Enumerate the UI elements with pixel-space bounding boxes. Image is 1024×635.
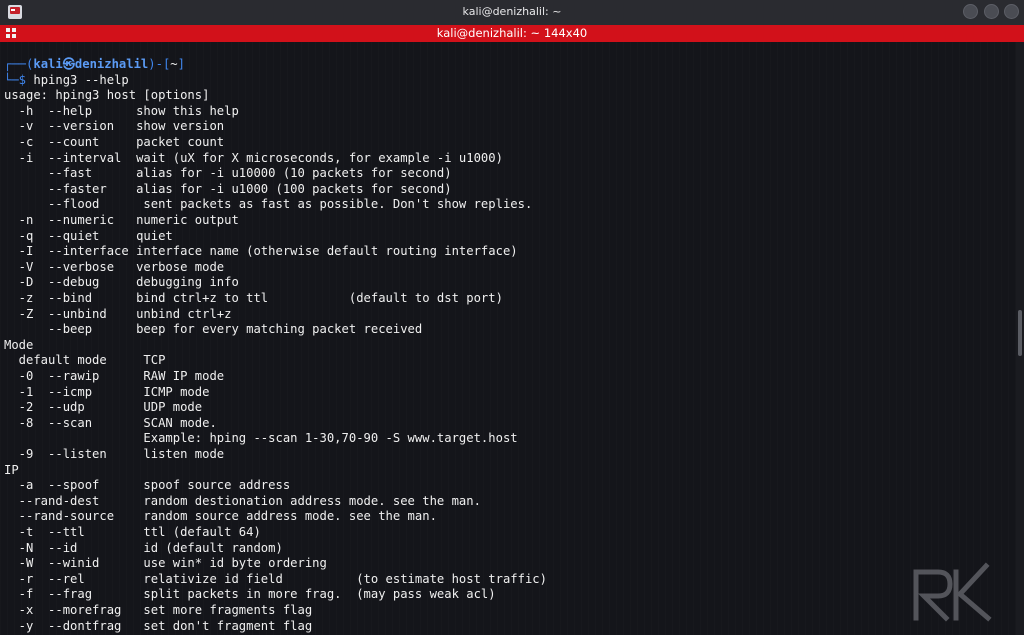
vertical-scrollbar[interactable] xyxy=(1016,42,1024,635)
output-line: -2 --udp UDP mode xyxy=(4,400,203,415)
output-line: -N --id id (default random) xyxy=(4,540,283,555)
output-line: -I --interface interface name (otherwise… xyxy=(4,244,518,259)
minimize-button[interactable] xyxy=(963,4,978,19)
terminal-output-area[interactable]: ┌──(kali㉿denizhalil)-[~] └─$ hping3 --he… xyxy=(0,42,1016,635)
output-line: -V --verbose verbose mode xyxy=(4,259,225,274)
prompt-open: ┌──( xyxy=(4,57,34,71)
output-line: -D --debug debugging info xyxy=(4,275,239,290)
output-line: -n --numeric numeric output xyxy=(4,213,239,227)
output-line: -Z --unbind unbind ctrl+z xyxy=(4,306,232,321)
window-title: kali@denizhalil: ~ xyxy=(462,5,562,18)
rk-logo xyxy=(913,562,992,622)
output-line: -9 --listen listen mode xyxy=(4,447,225,461)
output-line: -f --frag split packets in more frag. (m… xyxy=(4,587,496,602)
prompt-line-2: └─$ hping3 --help xyxy=(4,73,129,89)
output-line: -a --spoof spoof source address xyxy=(4,478,291,493)
prompt-mid: )-[ xyxy=(148,57,171,71)
output-line: -z --bind bind ctrl+z to ttl (default to… xyxy=(4,291,503,305)
tab-title[interactable]: kali@denizhalil: ~ 144x40 xyxy=(0,26,1024,40)
prompt-line-1: ┌──(kali㉿denizhalil)-[~] xyxy=(4,57,185,73)
output-line: -r --rel relativize id field (to estimat… xyxy=(4,571,547,586)
output-line: usage: hping3 host [options] xyxy=(4,88,210,103)
output-line: -h --help show this help xyxy=(4,103,239,118)
output-line: default mode TCP xyxy=(4,353,166,368)
output-line: --rand-dest random destionation address … xyxy=(4,493,481,508)
tab-bar[interactable]: kali@denizhalil: ~ 144x40 xyxy=(0,25,1024,42)
output-line: IP xyxy=(4,462,19,477)
output-line: -t --ttl ttl (default 64) xyxy=(4,525,261,539)
command-text: hping3 --help xyxy=(33,72,129,87)
close-button[interactable] xyxy=(1004,4,1019,19)
output-line: -0 --rawip RAW IP mode xyxy=(4,369,225,383)
terminal-window: kali@denizhalil: ~ kali@denizhalil: ~ 14… xyxy=(0,0,1024,635)
output-line: -W --winid use win* id byte ordering xyxy=(4,556,327,571)
output-line: Example: hping --scan 1-30,70-90 -S www.… xyxy=(4,431,518,446)
output-line: --fast alias for -i u10000 (10 packets f… xyxy=(4,166,452,181)
title-bar[interactable]: kali@denizhalil: ~ xyxy=(0,0,1024,26)
output-line: -x --morefrag set more fragments flag xyxy=(4,603,313,617)
output-line: --faster alias for -i u1000 (100 packets… xyxy=(4,181,452,196)
output-line: -c --count packet count xyxy=(4,135,225,149)
output-line: -v --version show version xyxy=(4,119,225,134)
prompt-cwd: ~ xyxy=(170,57,178,71)
output-line: -i --interval wait (uX for X microsecond… xyxy=(4,150,503,165)
output-line: Mode xyxy=(4,337,34,352)
output-line: -1 --icmp ICMP mode xyxy=(4,384,210,399)
prompt-close: ] xyxy=(177,57,185,71)
output-line: --beep beep for every matching packet re… xyxy=(4,322,423,337)
output-line: --flood sent packets as fast as possible… xyxy=(4,197,533,212)
output-line: -q --quiet quiet xyxy=(4,228,173,243)
output-line: --rand-source random source address mode… xyxy=(4,509,437,524)
scrollbar-thumb[interactable] xyxy=(1018,310,1022,356)
prompt-user-host: kali㉿denizhalil xyxy=(33,57,149,71)
prompt-symbol: └─$ xyxy=(4,72,27,87)
output-line: -8 --scan SCAN mode. xyxy=(4,415,217,430)
maximize-button[interactable] xyxy=(984,4,999,19)
output-line: -y --dontfrag set don't fragment flag xyxy=(4,618,313,633)
